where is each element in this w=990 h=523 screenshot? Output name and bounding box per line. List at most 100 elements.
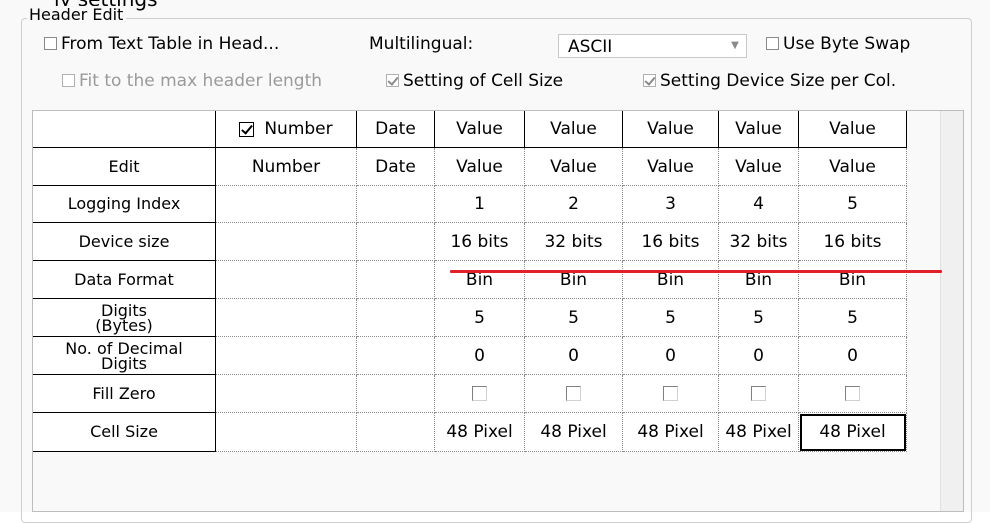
cell-text: Bin bbox=[656, 269, 685, 290]
vertical-scrollbar[interactable] bbox=[940, 111, 963, 511]
checkbox-box[interactable] bbox=[643, 74, 656, 87]
value-cell[interactable]: 3 bbox=[623, 186, 719, 223]
header-value-cell[interactable]: Value bbox=[525, 111, 623, 148]
value-cell[interactable]: 48 Pixel bbox=[623, 413, 719, 452]
number-column-cell[interactable] bbox=[216, 413, 357, 452]
cell-text: Data Format bbox=[74, 269, 174, 289]
value-cell[interactable]: 32 bits bbox=[719, 223, 799, 261]
row-label-cell: Data Format bbox=[33, 261, 216, 299]
number-column-cell[interactable] bbox=[216, 375, 357, 413]
cell-text: 3 bbox=[665, 194, 676, 214]
multilingual-select[interactable]: ASCII ▼ bbox=[558, 34, 747, 58]
value-cell[interactable]: 32 bits bbox=[525, 223, 623, 261]
value-cell[interactable] bbox=[799, 375, 907, 413]
fill-zero-checkbox[interactable] bbox=[566, 386, 581, 401]
checkbox-box[interactable] bbox=[44, 37, 57, 50]
value-cell[interactable]: 4 bbox=[719, 186, 799, 223]
value-cell[interactable] bbox=[435, 375, 525, 413]
setting-device-size-label: Setting Device Size per Col. bbox=[660, 71, 897, 91]
header-value-cell[interactable]: Value bbox=[435, 111, 525, 148]
header-date-cell[interactable]: Date bbox=[357, 111, 435, 148]
value-cell[interactable]: 48 Pixel bbox=[525, 413, 623, 452]
header-value-cell[interactable]: Value bbox=[799, 111, 907, 148]
value-cell[interactable]: 5 bbox=[799, 299, 907, 337]
value-cell[interactable]: Value bbox=[719, 148, 799, 186]
cell-text: Logging Index bbox=[67, 194, 181, 213]
row-label-cell: Edit bbox=[33, 148, 216, 186]
value-cell[interactable]: Bin bbox=[435, 261, 525, 299]
number-column-cell[interactable] bbox=[216, 223, 357, 261]
value-cell[interactable]: 48 Pixel bbox=[719, 413, 799, 452]
fit-max-header-label: Fit to the max header length bbox=[79, 71, 323, 91]
value-cell[interactable]: 48 Pixel bbox=[799, 413, 907, 452]
date-column-cell[interactable]: Date bbox=[357, 148, 435, 186]
number-column-cell[interactable] bbox=[216, 186, 357, 223]
value-cell[interactable]: Value bbox=[623, 148, 719, 186]
value-cell[interactable]: 0 bbox=[525, 337, 623, 375]
value-cell[interactable]: Bin bbox=[623, 261, 719, 299]
header-value-cell[interactable]: Value bbox=[623, 111, 719, 148]
fill-zero-checkbox[interactable] bbox=[472, 386, 487, 401]
number-column-cell[interactable] bbox=[216, 299, 357, 337]
date-column-cell[interactable] bbox=[357, 261, 435, 299]
value-cell[interactable]: Value bbox=[525, 148, 623, 186]
chevron-down-icon[interactable]: ▼ bbox=[724, 35, 746, 57]
value-cell[interactable]: 16 bits bbox=[623, 223, 719, 261]
value-cell[interactable]: Bin bbox=[525, 261, 623, 299]
row-label-cell: No. of Decimal Digits bbox=[33, 337, 216, 375]
number-column-cell[interactable] bbox=[216, 337, 357, 375]
header-number-cell[interactable]: Number bbox=[216, 111, 357, 148]
date-column-cell[interactable] bbox=[357, 413, 435, 452]
use-byte-swap-checkbox[interactable]: Use Byte Swap bbox=[766, 34, 910, 54]
value-cell[interactable]: 48 Pixel bbox=[435, 413, 525, 452]
value-cell[interactable]: 0 bbox=[799, 337, 907, 375]
fit-max-header-checkbox[interactable]: Fit to the max header length bbox=[62, 71, 322, 91]
value-cell[interactable]: 16 bits bbox=[799, 223, 907, 261]
date-column-cell[interactable] bbox=[357, 186, 435, 223]
number-header-checkbox[interactable] bbox=[239, 121, 255, 137]
cell-text: 4 bbox=[753, 194, 764, 214]
value-cell[interactable]: 5 bbox=[435, 299, 525, 337]
fill-zero-checkbox[interactable] bbox=[845, 386, 860, 401]
header-value-cell[interactable]: Value bbox=[719, 111, 799, 148]
cell-text: Bin bbox=[465, 269, 494, 290]
cell-text: Bin bbox=[744, 269, 773, 290]
date-column-cell[interactable] bbox=[357, 299, 435, 337]
cell-text: Value bbox=[647, 156, 694, 177]
value-cell[interactable] bbox=[623, 375, 719, 413]
value-cell[interactable]: 5 bbox=[719, 299, 799, 337]
fill-zero-checkbox[interactable] bbox=[663, 386, 678, 401]
setting-cell-size-checkbox[interactable]: Setting of Cell Size bbox=[386, 71, 563, 91]
value-cell[interactable]: 16 bits bbox=[435, 223, 525, 261]
date-column-cell[interactable] bbox=[357, 223, 435, 261]
value-cell[interactable]: 5 bbox=[525, 299, 623, 337]
cell-text: 48 Pixel bbox=[540, 422, 607, 442]
value-cell[interactable]: 5 bbox=[799, 186, 907, 223]
value-cell[interactable]: 2 bbox=[525, 186, 623, 223]
number-column-cell[interactable]: Number bbox=[216, 148, 357, 186]
value-cell[interactable]: 0 bbox=[435, 337, 525, 375]
value-cell[interactable]: 1 bbox=[435, 186, 525, 223]
from-text-table-checkbox[interactable]: From Text Table in Head... bbox=[44, 34, 279, 54]
value-cell[interactable]: 0 bbox=[719, 337, 799, 375]
fill-zero-checkbox[interactable] bbox=[751, 386, 766, 401]
checkbox-box[interactable] bbox=[386, 74, 399, 87]
checkbox-box[interactable] bbox=[62, 74, 75, 87]
number-column-cell[interactable] bbox=[216, 261, 357, 299]
date-column-cell[interactable] bbox=[357, 375, 435, 413]
value-cell[interactable] bbox=[525, 375, 623, 413]
cell-text: Digits (Bytes) bbox=[95, 300, 153, 335]
checkbox-box[interactable] bbox=[766, 37, 779, 50]
value-cell[interactable]: Bin bbox=[719, 261, 799, 299]
value-cell[interactable]: Value bbox=[799, 148, 907, 186]
setting-device-size-checkbox[interactable]: Setting Device Size per Col. bbox=[643, 71, 896, 91]
date-column-cell[interactable] bbox=[357, 337, 435, 375]
value-cell[interactable] bbox=[719, 375, 799, 413]
value-cell[interactable]: 5 bbox=[623, 299, 719, 337]
value-cell[interactable]: 0 bbox=[623, 337, 719, 375]
cell-text: Cell Size bbox=[90, 422, 158, 441]
value-cell[interactable]: Value bbox=[435, 148, 525, 186]
cell-text: 2 bbox=[568, 194, 579, 214]
value-cell[interactable]: Bin bbox=[799, 261, 907, 299]
grid-corner-cell bbox=[33, 111, 216, 148]
